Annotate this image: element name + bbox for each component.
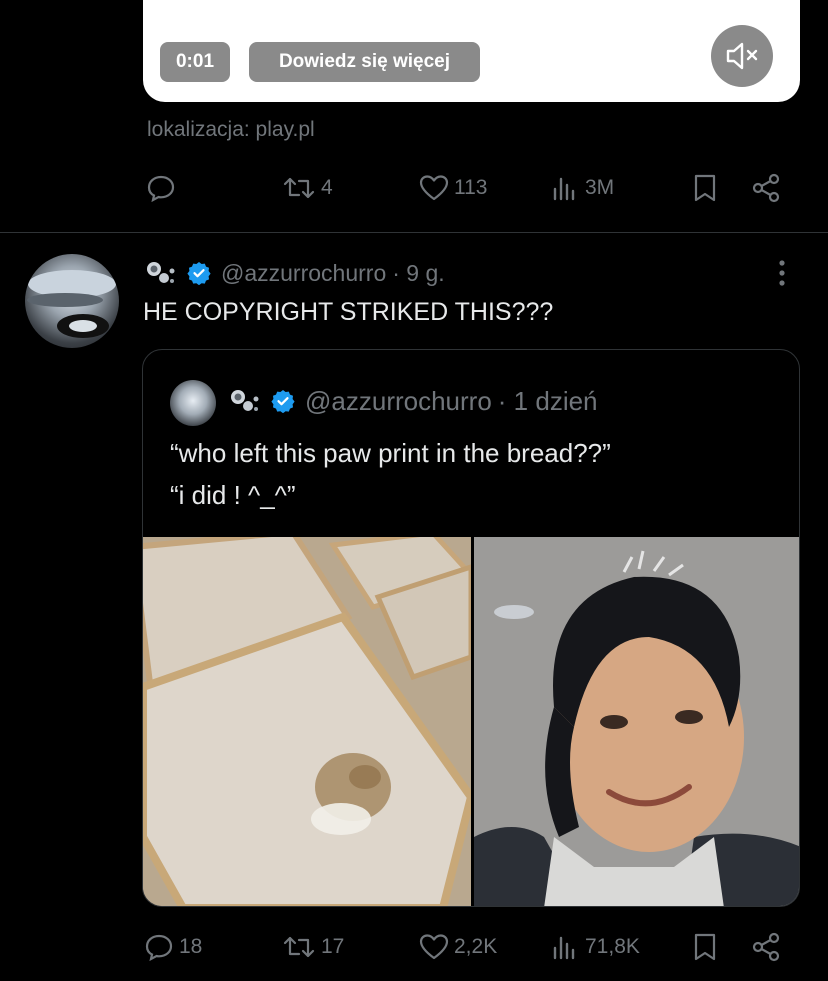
retweet-icon xyxy=(283,177,315,199)
ad-action-bar: 4 113 3M xyxy=(0,170,828,206)
heart-icon xyxy=(419,934,449,960)
video-player[interactable]: 0:01 Dowiedz się więcej xyxy=(143,0,800,102)
like-button[interactable]: 113 xyxy=(418,170,487,206)
share-icon xyxy=(752,932,780,962)
speaker-muted-icon xyxy=(726,42,758,70)
tweet-text: HE COPYRIGHT STRIKED THIS??? xyxy=(143,298,554,326)
video-timestamp: 0:01 xyxy=(160,42,230,82)
quoted-avatar xyxy=(170,380,216,426)
reply-button[interactable]: 18 xyxy=(143,929,202,965)
heart-icon xyxy=(419,175,449,201)
bookmark-button[interactable] xyxy=(690,929,720,965)
avatar-decoration-icon xyxy=(231,390,259,411)
retweet-count: 4 xyxy=(321,176,333,199)
views-button[interactable]: 71,8K xyxy=(551,929,640,965)
ad-location-text: lokalizacja: play.pl xyxy=(147,118,315,141)
quoted-time: · 1 dzień xyxy=(497,385,598,416)
tweet-header: @azzurrochurro · 9 g. xyxy=(143,256,445,290)
verified-badge-icon xyxy=(187,262,211,285)
retweet-icon xyxy=(283,936,315,958)
reply-count: 18 xyxy=(179,935,203,958)
like-count: 113 xyxy=(454,176,488,199)
bread-photo[interactable] xyxy=(143,537,471,906)
quoted-text-line-2: “i did ! ^_^” xyxy=(170,480,296,510)
reply-icon xyxy=(145,934,173,962)
quoted-tweet[interactable]: @azzurrochurro · 1 dzień “who left this … xyxy=(142,349,800,907)
retweet-count: 17 xyxy=(321,935,345,958)
quoted-text: “who left this paw print in the bread??”… xyxy=(170,432,611,516)
tweet-divider xyxy=(0,232,828,233)
views-count: 71,8K xyxy=(585,935,640,958)
quoted-handle: @azzurrochurro xyxy=(305,385,492,416)
bookmark-button[interactable] xyxy=(690,170,720,206)
bread-photo-image xyxy=(143,537,471,906)
man-photo[interactable] xyxy=(474,537,799,906)
retweet-button[interactable]: 17 xyxy=(281,929,344,965)
views-count: 3M xyxy=(585,176,615,199)
views-icon xyxy=(553,177,575,201)
share-button[interactable] xyxy=(750,929,784,965)
like-button[interactable]: 2,2K xyxy=(418,929,497,965)
reply-icon xyxy=(147,175,175,203)
tweet-handle[interactable]: @azzurrochurro xyxy=(221,260,386,287)
share-icon xyxy=(752,173,780,203)
retweet-button[interactable]: 4 xyxy=(281,170,333,206)
bookmark-icon xyxy=(694,933,716,961)
unmute-button[interactable] xyxy=(711,25,773,87)
quoted-header: @azzurrochurro · 1 dzień xyxy=(227,384,598,418)
views-button[interactable]: 3M xyxy=(551,170,614,206)
share-button[interactable] xyxy=(750,170,784,206)
quoted-text-line-1: “who left this paw print in the bread??” xyxy=(170,438,611,468)
more-dots-icon[interactable] xyxy=(772,256,792,290)
reply-button[interactable] xyxy=(145,170,177,206)
views-icon xyxy=(553,936,575,960)
tweet-action-bar: 18 17 2,2K 71,8K xyxy=(0,929,828,965)
avatar-decoration-icon xyxy=(147,262,175,283)
tweet-time[interactable]: · 9 g. xyxy=(392,260,444,287)
man-photo-image xyxy=(474,537,799,906)
verified-badge-icon xyxy=(271,390,295,413)
learn-more-button[interactable]: Dowiedz się więcej xyxy=(249,42,480,82)
avatar-image xyxy=(27,270,116,338)
avatar[interactable] xyxy=(25,254,119,348)
like-count: 2,2K xyxy=(454,935,498,958)
bookmark-icon xyxy=(694,174,716,202)
